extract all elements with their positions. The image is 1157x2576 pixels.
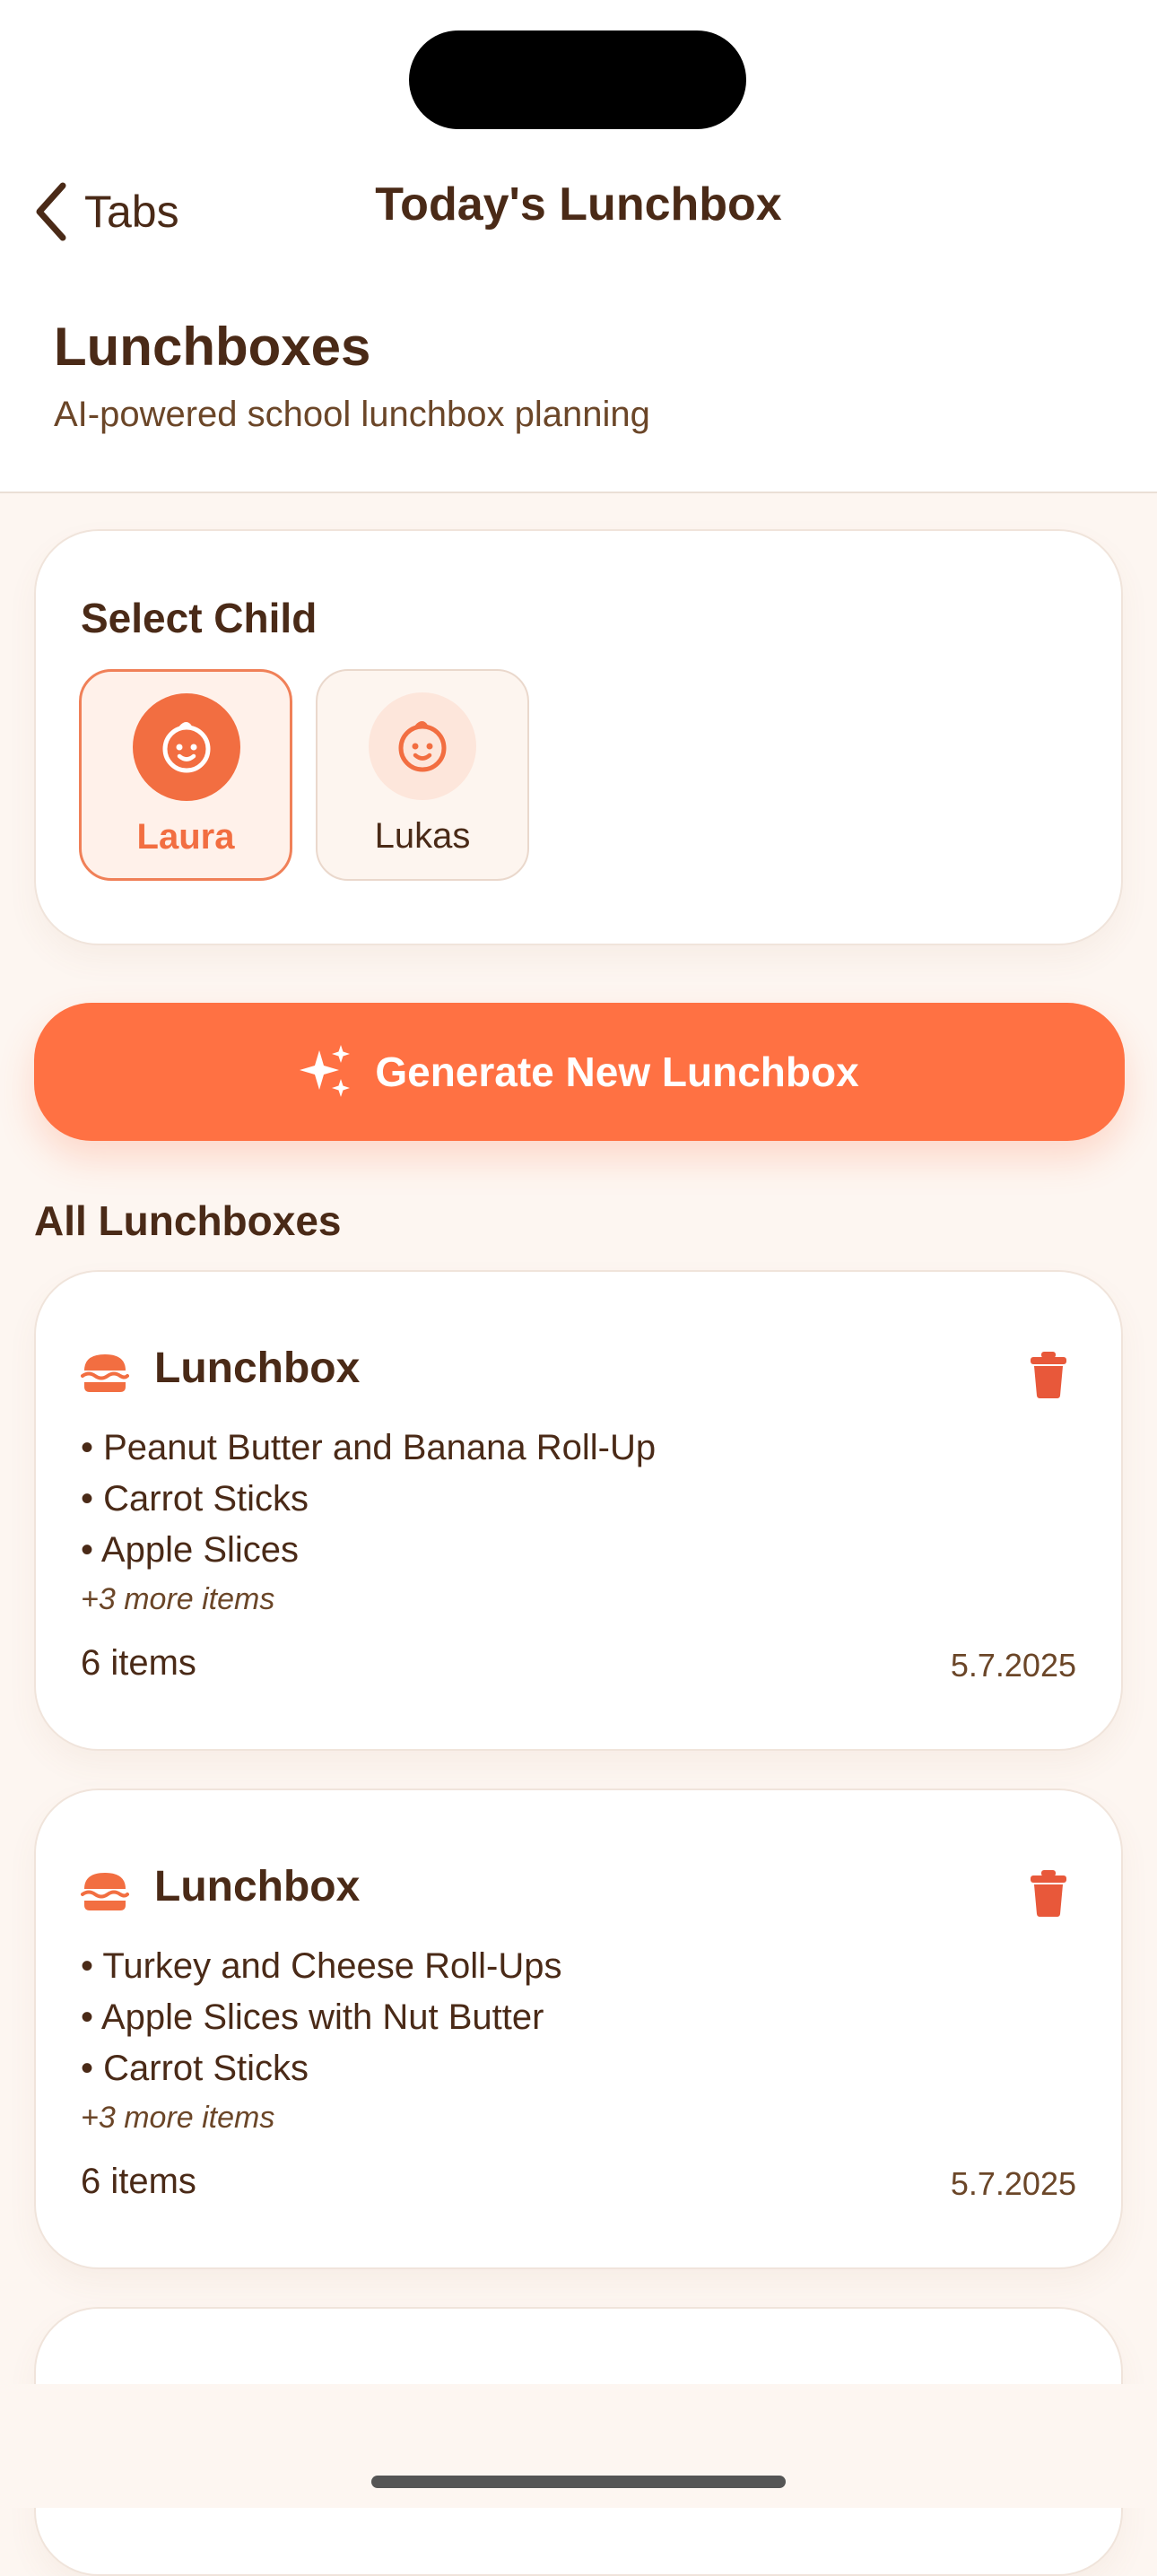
lunchbox-item: • Carrot Sticks: [81, 2049, 309, 2088]
lunchbox-card[interactable]: Lunchbox • Turkey and Cheese Roll-Ups • …: [34, 1788, 1123, 2269]
lunchbox-date: 5.7.2025: [950, 2165, 1076, 2202]
lunchbox-item-list: • Peanut Butter and Banana Roll-Up • Car…: [81, 1423, 656, 1576]
child-selector-card: Select Child Laura Lukas: [34, 529, 1123, 945]
lunchbox-item: • Turkey and Cheese Roll-Ups: [81, 1946, 562, 1986]
home-indicator[interactable]: [371, 2476, 786, 2488]
baby-face-icon: [398, 721, 447, 772]
lunchbox-item: • Peanut Butter and Banana Roll-Up: [81, 1428, 657, 1467]
generate-button-label: Generate New Lunchbox: [375, 1049, 859, 1095]
page-subtitle: AI-powered school lunchbox planning: [54, 395, 650, 434]
top-bar: Tabs Today's Lunchbox Lunchboxes AI-powe…: [0, 0, 1157, 493]
child-name: Lukas: [374, 816, 471, 856]
lunchbox-title: Lunchbox: [154, 1345, 361, 1392]
baby-face-icon: [162, 722, 211, 773]
page-title: Lunchboxes: [54, 317, 371, 377]
child-avatar: [133, 693, 240, 801]
child-chip-lukas[interactable]: Lukas: [316, 669, 529, 881]
child-chip-laura[interactable]: Laura: [79, 669, 292, 881]
select-child-label: Select Child: [81, 595, 318, 641]
lunchbox-item: • Apple Slices with Nut Butter: [81, 1997, 544, 2037]
more-items-label: +3 more items: [81, 1582, 275, 1616]
child-name: Laura: [136, 817, 235, 857]
item-count: 6 items: [81, 1643, 196, 1683]
burger-icon: [81, 1354, 129, 1392]
sparkles-icon: [300, 1045, 351, 1097]
bottom-safe-area: [0, 2384, 1157, 2508]
more-items-label: +3 more items: [81, 2101, 275, 2135]
burger-icon: [81, 1873, 129, 1910]
trash-icon[interactable]: [1028, 1869, 1069, 1918]
lunchbox-item: • Apple Slices: [81, 1530, 300, 1570]
nav-title: Today's Lunchbox: [375, 178, 782, 231]
lunchbox-item-list: • Turkey and Cheese Roll-Ups • Apple Sli…: [81, 1941, 561, 2094]
lunchbox-date: 5.7.2025: [950, 1647, 1076, 1684]
generate-lunchbox-button[interactable]: Generate New Lunchbox: [34, 1003, 1125, 1141]
lunchbox-card[interactable]: Lunchbox • Peanut Butter and Banana Roll…: [34, 1270, 1123, 1751]
lunchbox-title: Lunchbox: [154, 1863, 361, 1910]
trash-icon[interactable]: [1028, 1351, 1069, 1399]
child-avatar: [369, 692, 476, 800]
all-lunchboxes-heading: All Lunchboxes: [34, 1197, 342, 1244]
item-count: 6 items: [81, 2162, 196, 2201]
dynamic-island: [409, 30, 746, 129]
lunchbox-item: • Carrot Sticks: [81, 1479, 309, 1519]
